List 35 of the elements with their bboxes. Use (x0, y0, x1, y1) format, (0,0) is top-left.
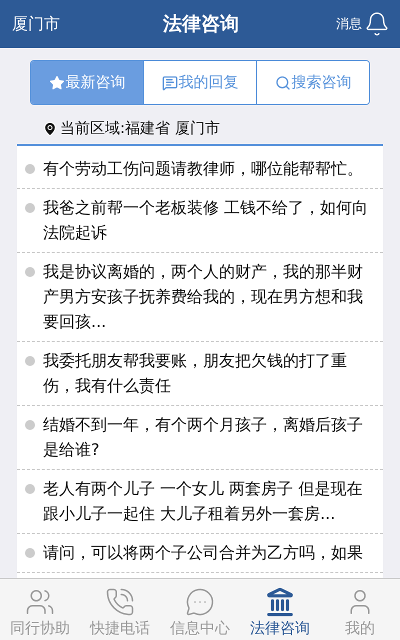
messages-button[interactable]: 消息 (300, 11, 390, 37)
question-item[interactable]: 结婚不到一年，有个两个月孩子，离婚后孩子是给谁? (17, 406, 383, 470)
bell-icon (364, 11, 390, 37)
question-item[interactable]: 请问，可以将两个子公司合并为乙方吗，如果 (17, 534, 383, 573)
question-item[interactable]: 我是协议离婚的，两个人的财产，我的那半财产男方安孩子抚养费给我的，现在男方想和我要回孩... (17, 253, 383, 342)
bank-icon (265, 587, 295, 617)
search-icon (274, 74, 290, 90)
bullet-dot (25, 548, 35, 558)
star-icon (48, 74, 64, 90)
bullet-dot (25, 267, 35, 277)
chat-bubble-icon (185, 587, 215, 617)
bullet-dot (25, 203, 35, 213)
current-region-text: 当前区域:福建省 厦门市 (60, 119, 220, 138)
question-text: 我爸之前帮一个老板装修 工钱不给了，如何向法院起诉 (43, 197, 370, 244)
bullet-dot (25, 484, 35, 494)
tab-bar-item[interactable]: 法律咨询 (240, 579, 320, 640)
question-item[interactable]: 我委托朋友帮我要账，朋友把欠钱的打了重伤，我有什么责任 (17, 342, 383, 406)
location-pin-icon (42, 120, 58, 136)
question-text: 老人有两个儿子 一个女儿 两套房子 但是现在跟小儿子一起住 大儿子租着另外一套房... (43, 478, 364, 525)
question-text: 有个劳动工伤问题请教律师，哪位能帮帮忙。 (43, 158, 363, 180)
question-item[interactable]: 有个劳动工伤问题请教律师，哪位能帮帮忙。 (17, 150, 383, 189)
question-text: 请问，可以将两个子公司合并为乙方吗，如果 (43, 542, 363, 564)
question-item[interactable]: 老人有两个儿子 一个女儿 两套房子 但是现在跟小儿子一起住 大儿子租着另外一套房... (17, 470, 383, 534)
question-text: 我委托朋友帮我要账，朋友把欠钱的打了重伤，我有什么责任 (43, 350, 348, 397)
chat-icon (162, 74, 178, 90)
phone-icon (105, 587, 135, 617)
question-text: 我是协议离婚的，两个人的财产，我的那半财产男方安孩子抚养费给我的，现在男方想和我要回孩... (43, 261, 364, 333)
bullet-dot (25, 356, 35, 366)
bullet-dot (25, 420, 35, 430)
question-text: 结婚不到一年，有个两个月孩子，离婚后孩子是给谁? (43, 414, 364, 461)
users-icon (25, 587, 55, 617)
question-item[interactable]: 我爸之前帮一个老板装修 工钱不给了，如何向法院起诉 (17, 189, 383, 253)
bullet-dot (25, 164, 35, 174)
page-title: 法律咨询 (163, 12, 239, 37)
city-label: 厦门市 (12, 14, 61, 34)
